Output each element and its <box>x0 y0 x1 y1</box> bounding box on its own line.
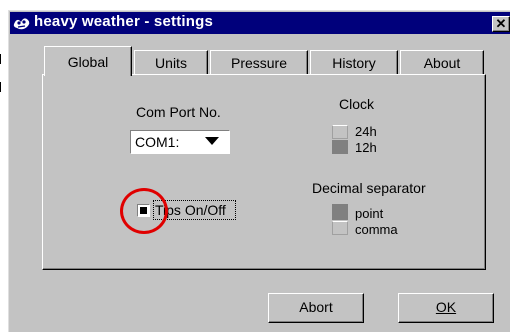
window-title: heavy weather - settings <box>34 13 214 30</box>
decimal-option-comma: comma <box>355 222 398 237</box>
tab-pressure[interactable]: Pressure <box>210 50 308 75</box>
clock-label: Clock <box>339 96 375 112</box>
clock-option-24h: 24h <box>355 124 377 139</box>
ok-button-label: OK <box>435 299 457 315</box>
tab-label: Global <box>67 54 109 70</box>
com-port-select[interactable]: COM1: <box>130 130 230 154</box>
tab-label: Pressure <box>230 55 288 71</box>
tab-label: Units <box>155 55 187 71</box>
decimal-point-toggle[interactable] <box>332 204 348 220</box>
tab-label: About <box>423 55 461 71</box>
tab-label: History <box>332 55 376 71</box>
tab-about[interactable]: About <box>400 50 484 75</box>
clock-12h-toggle[interactable] <box>332 140 348 154</box>
left-edge-mark <box>0 82 1 92</box>
highlight-circle <box>120 188 168 234</box>
chevron-down-icon[interactable] <box>203 134 221 148</box>
title-bar[interactable]: heavy weather - settings ✕ <box>10 12 510 34</box>
abort-button[interactable]: Abort <box>268 293 364 323</box>
clock-24h-toggle[interactable] <box>332 125 348 139</box>
decimal-option-point: point <box>355 206 384 221</box>
tab-history[interactable]: History <box>310 50 398 75</box>
abort-button-label: Abort <box>299 299 333 315</box>
tab-units[interactable]: Units <box>134 50 208 75</box>
left-edge-mark <box>0 54 1 64</box>
decimal-separator-label: Decimal separator <box>312 180 426 196</box>
weather-app-icon <box>12 14 32 32</box>
tab-panel-global <box>42 74 486 270</box>
com-port-value: COM1: <box>135 134 180 150</box>
clock-option-12h: 12h <box>355 140 377 155</box>
close-button[interactable]: ✕ <box>492 16 510 32</box>
com-port-label: Com Port No. <box>136 104 221 120</box>
decimal-comma-toggle[interactable] <box>332 221 348 235</box>
ok-button[interactable]: OK <box>398 293 494 323</box>
close-icon: ✕ <box>495 16 507 31</box>
tab-global[interactable]: Global <box>44 46 132 76</box>
